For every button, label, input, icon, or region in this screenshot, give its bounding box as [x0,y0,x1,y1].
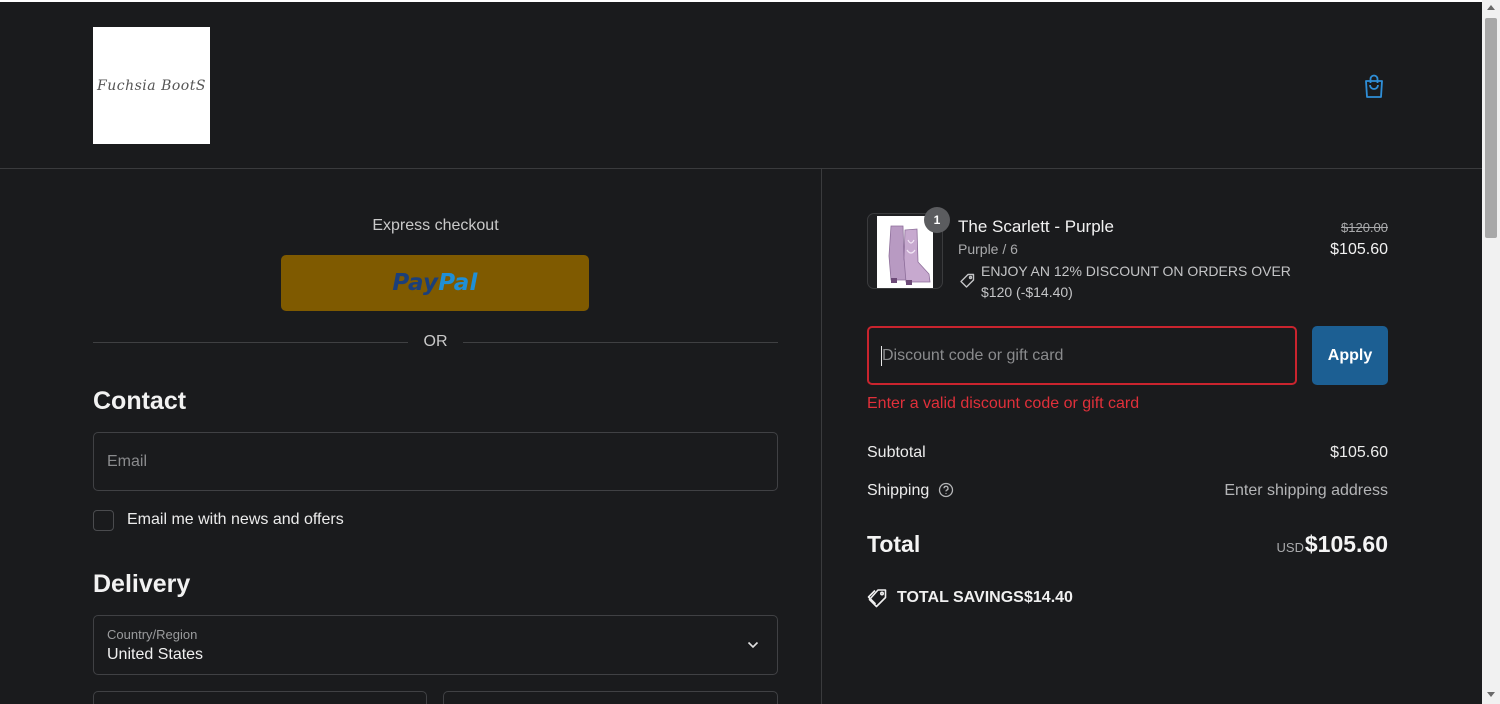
contact-heading: Contact [93,387,187,415]
shipping-value: Enter shipping address [1224,482,1388,499]
or-label: OR [423,333,448,350]
chevron-down-icon [747,641,759,649]
store-logo[interactable]: Fuchsia BootS [93,27,210,144]
discount-tag-icon [960,273,975,288]
product-name: The Scarlett - Purple [958,217,1114,236]
checkout-form: Express checkout PayPal OR Contact Email… [0,169,822,704]
or-divider: OR [93,333,778,353]
discount-error-message: Enter a valid discount code or gift card [867,395,1140,412]
shipping-label: Shipping [867,482,930,499]
express-checkout-label: Express checkout [372,217,499,234]
page-scrollbar[interactable] [1482,0,1500,704]
first-name-field[interactable] [93,691,427,704]
text-caret [881,346,882,366]
savings-tag-icon [867,589,887,608]
boot-image [877,216,933,288]
original-price: $120.00 [1341,220,1388,235]
scroll-up-arrow[interactable] [1487,5,1495,10]
total-value: $105.60 [1304,531,1388,557]
discounted-price: $105.60 [1330,241,1388,258]
email-input[interactable] [93,432,778,491]
total-currency: USD [1276,540,1304,555]
checkout-page: Fuchsia BootS Express checkout PayPal OR… [0,0,1482,704]
divider-line-left [93,342,408,343]
country-value: United States [107,646,204,663]
apply-button[interactable]: Apply [1312,326,1388,385]
discount-code-input[interactable] [867,326,1297,385]
total-label: Total [867,531,921,557]
product-discount-text: ENJOY AN 12% DISCOUNT ON ORDERS OVER $12… [981,263,1291,300]
newsletter-checkbox[interactable] [93,509,114,531]
newsletter-row: Email me with news and offers [93,509,344,531]
total-savings-label: TOTAL SAVINGS [897,589,1024,606]
delivery-heading: Delivery [93,570,191,598]
scroll-down-arrow[interactable] [1487,692,1495,697]
country-label: Country/Region [107,627,198,642]
total-savings-value: $14.40 [1024,589,1073,606]
logo-text: Fuchsia BootS [97,77,206,94]
help-circle-icon[interactable] [938,482,954,498]
quantity-badge: 1 [924,207,950,233]
order-summary: 1 The Scarlett - Purple Purple / 6 ENJOY… [823,169,1482,704]
scroll-thumb[interactable] [1485,18,1497,238]
country-select[interactable]: Country/Region United States [93,615,778,675]
divider-line-right [463,342,778,343]
newsletter-label[interactable]: Email me with news and offers [127,511,344,529]
paypal-logo: PayPal [392,270,477,296]
product-variant: Purple / 6 [958,241,1018,257]
subtotal-value: $105.60 [1330,444,1388,461]
header: Fuchsia BootS [0,2,1482,169]
paypal-logo-pay: Pay [392,270,439,296]
last-name-field[interactable] [443,691,778,704]
paypal-button[interactable]: PayPal [281,255,589,311]
shopping-bag-icon[interactable] [1362,73,1386,99]
subtotal-label: Subtotal [867,444,926,461]
paypal-logo-pal: Pal [438,270,478,296]
